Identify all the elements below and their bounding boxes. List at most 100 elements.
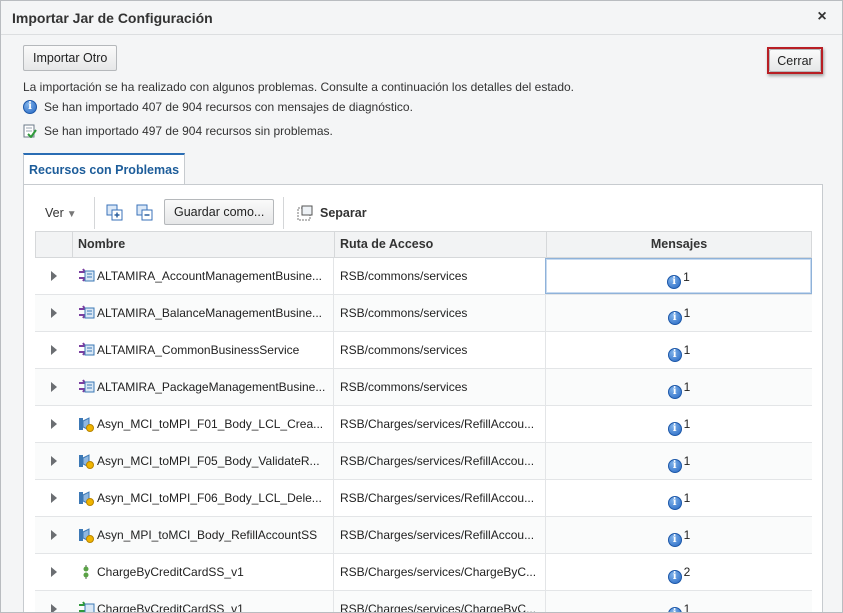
resource-path: RSB/Charges/services/ChargeByC... [333, 591, 545, 612]
detach-icon[interactable] [297, 205, 313, 221]
info-icon[interactable]: i [667, 459, 682, 473]
detach-label[interactable]: Separar [320, 206, 367, 220]
info-icon[interactable]: i [667, 348, 682, 362]
resource-messages[interactable]: i1 [545, 480, 812, 516]
resource-messages[interactable]: i1 [545, 258, 812, 294]
info-icon[interactable]: i [667, 275, 682, 289]
status-without-problems-text: Se han importado 497 de 904 recursos sin… [44, 124, 333, 138]
column-header-path[interactable]: Ruta de Acceso [334, 232, 546, 257]
view-menu[interactable]: Ver ▼ [45, 206, 77, 220]
pipeline-icon [79, 454, 94, 469]
info-icon[interactable]: i [667, 422, 682, 436]
expand-row-icon[interactable] [51, 382, 57, 392]
message-count: 1 [683, 417, 691, 431]
collapse-all-icon[interactable] [136, 204, 154, 222]
table-row[interactable]: ChargeByCreditCardSS_v1 RSB/Charges/servi… [35, 554, 812, 591]
resource-name: ALTAMIRA_CommonBusinessService [97, 343, 300, 357]
resource-messages[interactable]: i1 [545, 591, 812, 613]
table-row[interactable]: Asyn_MCI_toMPI_F06_Body_LCL_Dele... RSB/C… [35, 480, 812, 517]
expand-row-icon[interactable] [51, 456, 57, 466]
resource-name: Asyn_MCI_toMPI_F06_Body_LCL_Dele... [97, 491, 322, 505]
resource-name: ALTAMIRA_BalanceManagementBusine... [97, 306, 323, 320]
resource-name: Asyn_MPI_toMCI_Body_RefillAccountSS [97, 528, 318, 542]
business-service-icon [79, 305, 95, 319]
message-count: 1 [683, 454, 691, 468]
message-count: 1 [683, 380, 691, 394]
info-icon[interactable]: i [667, 311, 682, 325]
message-count: 1 [683, 306, 691, 320]
resource-name: ALTAMIRA_PackageManagementBusine... [97, 380, 326, 394]
expand-row-icon[interactable] [51, 567, 57, 577]
expand-row-icon[interactable] [51, 271, 57, 281]
table-header: Nombre Ruta de Acceso Mensajes [35, 231, 812, 258]
chevron-down-icon: ▼ [66, 209, 77, 220]
toolbar-divider [283, 197, 284, 229]
split-join-icon [83, 565, 89, 579]
message-count: 2 [683, 565, 691, 579]
table-row[interactable]: ALTAMIRA_CommonBusinessService RSB/common… [35, 332, 812, 369]
resource-messages[interactable]: i1 [545, 406, 812, 442]
expand-all-icon[interactable] [106, 204, 124, 222]
info-icon[interactable]: i [667, 533, 682, 547]
info-icon[interactable]: i [667, 385, 682, 399]
import-dialog: Importar Jar de Configuración × Importar… [0, 0, 843, 613]
resource-name: ChargeByCreditCardSS_v1 [97, 565, 244, 579]
message-count: 1 [683, 491, 691, 505]
resource-messages[interactable]: i1 [545, 332, 812, 368]
table-row[interactable]: ALTAMIRA_PackageManagementBusine... RSB/c… [35, 369, 812, 406]
table-row[interactable]: Asyn_MCI_toMPI_F01_Body_LCL_Crea... RSB/C… [35, 406, 812, 443]
expand-row-icon[interactable] [51, 308, 57, 318]
pipeline-icon [79, 491, 94, 506]
column-header-messages[interactable]: Mensajes [546, 232, 811, 257]
resource-name: ChargeByCreditCardSS_v1 [97, 602, 244, 613]
table-toolbar: Ver ▼ Guardar como... Separar [24, 185, 824, 231]
resource-messages[interactable]: i1 [545, 517, 812, 553]
close-icon[interactable]: × [814, 8, 830, 26]
close-button-highlight: Cerrar [767, 47, 823, 74]
save-as-button[interactable]: Guardar como... [164, 199, 275, 225]
resource-path: RSB/commons/services [333, 332, 545, 368]
resource-path: RSB/Charges/services/RefillAccou... [333, 443, 545, 479]
toolbar-divider [94, 197, 95, 229]
resources-panel: Ver ▼ Guardar como... Separar Nombre Rut… [23, 184, 824, 613]
resource-messages[interactable]: i1 [545, 443, 812, 479]
resource-path: RSB/Charges/services/ChargeByC... [333, 554, 545, 590]
message-count: 1 [683, 528, 691, 542]
table-row[interactable]: ChargeByCreditCardSS_v1 RSB/Charges/servi… [35, 591, 812, 613]
info-icon[interactable]: i [667, 570, 682, 584]
business-service-icon [79, 268, 95, 282]
tab-resources-with-problems[interactable]: Recursos con Problemas [23, 153, 185, 185]
info-icon[interactable]: i [667, 496, 682, 510]
message-count: 1 [683, 270, 690, 284]
expand-row-icon[interactable] [51, 419, 57, 429]
table-row[interactable]: Asyn_MPI_toMCI_Body_RefillAccountSS RSB/C… [35, 517, 812, 554]
message-count: 1 [683, 343, 691, 357]
resource-path: RSB/commons/services [333, 258, 545, 294]
resource-path: RSB/commons/services [333, 369, 545, 405]
status-summary: La importación se ha realizado con algun… [23, 80, 575, 94]
resource-name: Asyn_MCI_toMPI_F05_Body_ValidateR... [97, 454, 320, 468]
resource-messages[interactable]: i1 [545, 369, 812, 405]
column-header-name[interactable]: Nombre [72, 232, 334, 257]
import-other-button[interactable]: Importar Otro [23, 45, 118, 71]
table-row[interactable]: ALTAMIRA_AccountManagementBusine... RSB/c… [35, 258, 812, 295]
dialog-title-bar: Importar Jar de Configuración × [1, 1, 842, 35]
table-row[interactable]: ALTAMIRA_BalanceManagementBusine... RSB/c… [35, 295, 812, 332]
resource-name: ALTAMIRA_AccountManagementBusine... [97, 269, 322, 283]
table-row[interactable]: Asyn_MCI_toMPI_F05_Body_ValidateR... RSB/… [35, 443, 812, 480]
resource-name: Asyn_MCI_toMPI_F01_Body_LCL_Crea... [97, 417, 324, 431]
checklist-icon [23, 124, 37, 138]
expand-row-icon[interactable] [51, 345, 57, 355]
expand-row-icon[interactable] [51, 604, 57, 612]
info-icon[interactable]: i [667, 607, 682, 612]
resource-path: RSB/Charges/services/RefillAccou... [333, 480, 545, 516]
message-count: 1 [683, 602, 691, 613]
resource-messages[interactable]: i1 [545, 295, 812, 331]
close-button[interactable]: Cerrar [769, 49, 821, 72]
business-service-icon [79, 379, 95, 393]
expand-row-icon[interactable] [51, 530, 57, 540]
resource-messages[interactable]: i2 [545, 554, 812, 590]
expand-row-icon[interactable] [51, 493, 57, 503]
pipeline-icon [79, 417, 94, 432]
resource-path: RSB/Charges/services/RefillAccou... [333, 517, 545, 553]
